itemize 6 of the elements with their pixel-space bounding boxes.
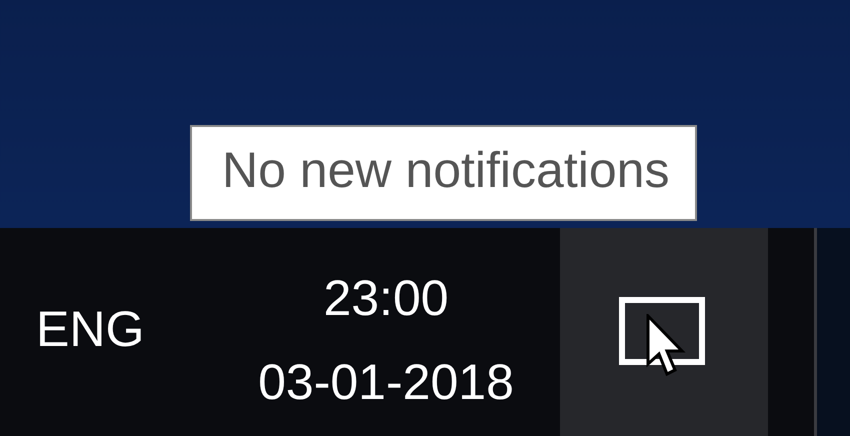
clock-time[interactable]: 23:00: [323, 256, 449, 340]
tooltip: No new notifications: [190, 125, 698, 221]
clock-date[interactable]: 03-01-2018: [258, 340, 514, 424]
mouse-cursor-icon: [646, 314, 686, 378]
language-indicator[interactable]: ENG: [36, 300, 196, 362]
action-center-button[interactable]: [560, 228, 768, 436]
